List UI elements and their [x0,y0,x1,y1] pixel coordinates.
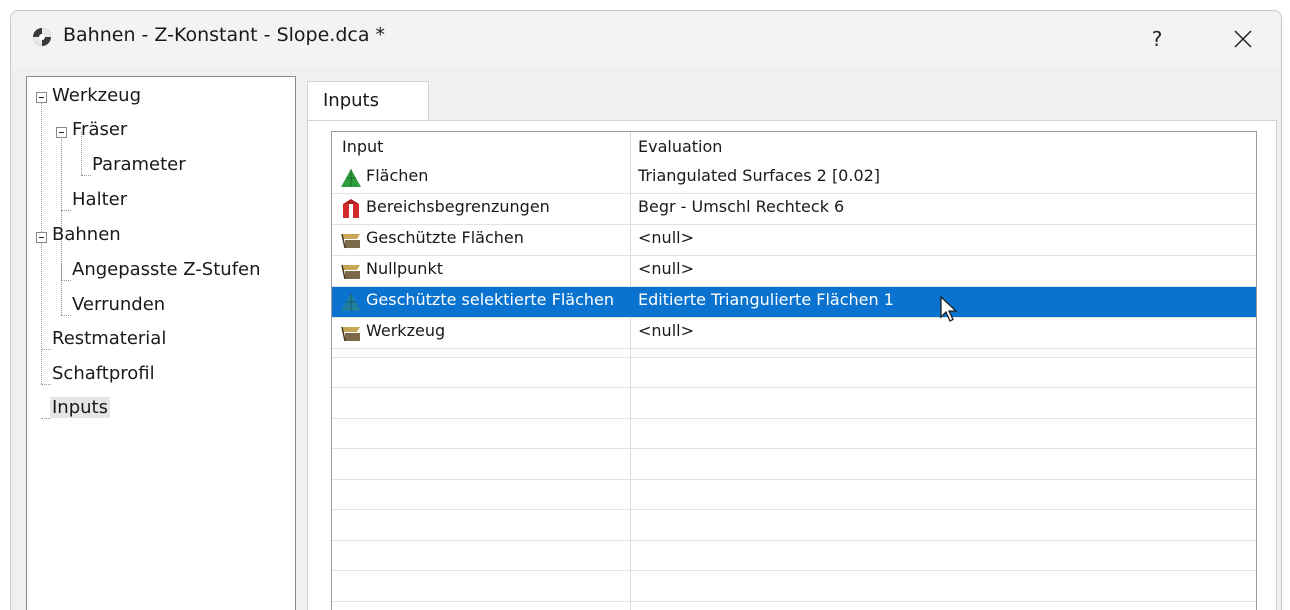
tree-item-angepasste-z-stufen[interactable]: Angepasste Z-Stufen [72,259,261,280]
tree-connector [81,175,91,176]
boundary-icon [343,199,359,218]
column-header-evaluation[interactable]: Evaluation [638,137,722,156]
row-divider [332,570,1256,571]
null-input-icon [341,326,360,342]
tab-label: Inputs [323,90,379,111]
settings-tree[interactable]: Werkzeug Fräser Parameter Halter Bahnen … [26,76,296,610]
tree-connector [41,418,51,419]
tree-connector [41,384,51,385]
input-cell: Geschützte selektierte Flächen [366,290,614,309]
mouse-pointer-icon [940,295,958,322]
tree-item-halter[interactable]: Halter [72,189,127,210]
evaluation-cell: <null> [638,228,694,247]
row-divider [332,509,1256,510]
row-divider [332,448,1256,449]
column-header-input[interactable]: Input [342,137,383,156]
tree-connector [61,132,62,280]
tree-connector [61,210,71,211]
table-row[interactable]: Werkzeug <null> [332,318,1256,348]
grid-header: Input Evaluation [332,132,1256,162]
table-row[interactable]: Geschützte Flächen <null> [332,225,1256,255]
collapse-icon[interactable] [36,92,47,103]
evaluation-cell: <null> [638,321,694,340]
window-title: Bahnen - Z-Konstant - Slope.dca * [63,24,386,46]
evaluation-cell: <null> [638,259,694,278]
row-divider [332,387,1256,388]
row-divider [332,348,1256,349]
tree-item-restmaterial[interactable]: Restmaterial [52,328,166,349]
tree-connector [61,263,62,315]
input-cell: Flächen [366,166,429,185]
help-icon: ? [1151,27,1163,51]
tree-item-parameter[interactable]: Parameter [92,154,186,175]
tree-connector [41,349,51,350]
input-cell: Nullpunkt [366,259,443,278]
tree-item-werkzeug[interactable]: Werkzeug [52,85,141,106]
table-row[interactable]: Flächen Triangulated Surfaces 2 [0.02] [332,163,1256,193]
evaluation-cell: Triangulated Surfaces 2 [0.02] [638,166,881,185]
collapse-icon[interactable] [36,232,47,243]
evaluation-cell: Begr - Umschl Rechteck 6 [638,197,845,216]
table-row[interactable]: Bereichsbegrenzungen Begr - Umschl Recht… [332,194,1256,224]
input-cell: Bereichsbegrenzungen [366,197,550,216]
tree-item-inputs[interactable]: Inputs [50,397,110,418]
close-icon [1234,30,1252,48]
null-input-icon [341,264,360,280]
evaluation-cell: Editierte Triangulierte Flächen 1 [638,290,894,309]
tree-item-bahnen[interactable]: Bahnen [52,224,121,245]
row-divider [332,601,1256,602]
green-triangle-surface-icon [341,169,361,187]
title-bar: Bahnen - Z-Konstant - Slope.dca * ? [11,11,1281,67]
tree-connector [61,315,71,316]
null-input-icon [341,233,360,249]
help-button[interactable]: ? [1133,17,1181,61]
tree-item-schaftprofil[interactable]: Schaftprofil [52,363,155,384]
collapse-icon[interactable] [56,127,67,138]
row-divider [332,418,1256,419]
input-cell: Geschützte Flächen [366,228,524,247]
tab-inputs[interactable]: Inputs [307,81,429,121]
input-cell: Werkzeug [366,321,446,340]
tree-item-fraeser[interactable]: Fräser [72,119,127,140]
row-divider [332,357,1256,358]
tree-item-verrunden[interactable]: Verrunden [72,294,165,315]
table-row-selected[interactable]: Geschützte selektierte Flächen Editierte… [332,287,1256,317]
tree-connector [61,280,71,281]
dialog-window: Bahnen - Z-Konstant - Slope.dca * ? Werk… [10,10,1282,610]
row-divider [332,479,1256,480]
table-row[interactable]: Nullpunkt <null> [332,256,1256,286]
close-button[interactable] [1219,17,1267,61]
inputs-grid[interactable]: Input Evaluation Flächen Triangulated Su… [331,131,1257,610]
row-divider [332,540,1256,541]
teal-triangle-surface-icon [341,293,361,311]
app-icon [33,28,51,46]
